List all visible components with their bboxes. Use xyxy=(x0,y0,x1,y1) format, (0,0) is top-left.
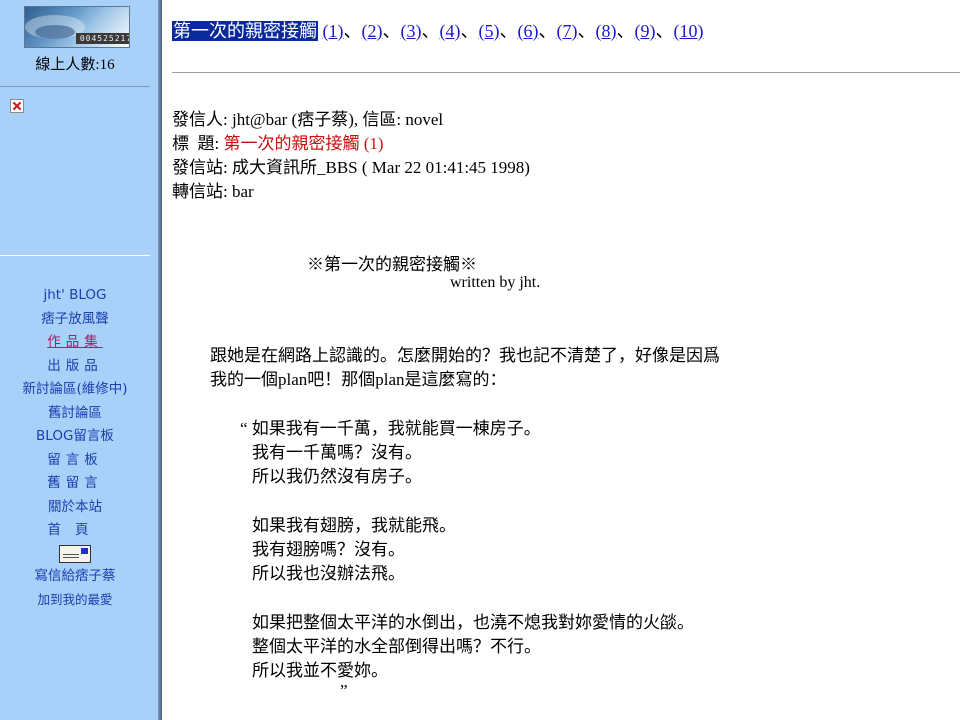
body-line: 跟她是在網路上認識的。怎麼開始的？我也記不清楚了，好像是因爲 xyxy=(210,346,720,365)
chapter-separator: 、 xyxy=(538,21,557,41)
logo-wave-graphic xyxy=(35,25,75,39)
body-line: 如果把整個太平洋的水倒出，也澆不熄我對妳愛情的火燄。 xyxy=(252,613,694,632)
article-main: 第一次的親密接觸 (1)、(2)、(3)、(4)、(5)、(6)、(7)、(8)… xyxy=(162,0,960,720)
header-site-label: 發信站: xyxy=(172,158,228,177)
online-user-count: 線上人數:16 xyxy=(35,57,115,73)
header-site-value: 成大資訊所_BBS ( Mar 22 01:41:45 1998) xyxy=(231,158,530,177)
mail-icon[interactable] xyxy=(59,544,91,563)
sidebar-nav: jht' BLOG 痞子放風聲 作品集 出版品 新討論區(維修中) 舊討論區 B… xyxy=(0,284,150,612)
title-row: 第一次的親密接觸 (1)、(2)、(3)、(4)、(5)、(6)、(7)、(8)… xyxy=(172,17,704,43)
author-byline: written by jht. xyxy=(450,274,541,291)
poem-title: ※第一次的親密接觸※ xyxy=(307,255,477,274)
body-line: 所以我並不愛妳。 xyxy=(252,661,388,680)
header-from-label: 發信人: xyxy=(172,110,228,129)
nav-link-blog[interactable]: jht' BLOG xyxy=(0,284,150,308)
sidebar-image-frame xyxy=(0,86,150,256)
broken-image-icon xyxy=(10,99,24,113)
body-line: 所以我仍然沒有房子。 xyxy=(252,467,422,486)
body-line: 我有翅膀嗎？沒有。 xyxy=(252,540,405,559)
chapter-link-7[interactable]: (7) xyxy=(557,21,578,41)
nav-link-news[interactable]: 痞子放風聲 xyxy=(0,308,150,332)
header-subject-value: 第一次的親密接觸 (1) xyxy=(223,134,384,153)
article-body: 跟她是在網路上認識的。怎麼開始的？我也記不清楚了，好像是因爲 我的一個plan吧… xyxy=(210,344,720,699)
nav-link-old-forum[interactable]: 舊討論區 xyxy=(0,402,150,426)
chapter-separator: 、 xyxy=(460,21,479,41)
header-from: 發信人: jht@bar (痞子蔡), 信區: novel xyxy=(172,108,530,132)
nav-link-new-forum[interactable]: 新討論區(維修中) xyxy=(0,378,150,402)
body-line: 如果我有翅膀，我就能飛。 xyxy=(252,516,456,535)
nav-link-about[interactable]: 關於本站 xyxy=(0,496,150,520)
nav-link-guestbook[interactable]: 留言板 xyxy=(0,449,150,473)
closing-quote: ” xyxy=(340,681,348,700)
article-title-selected: 第一次的親密接觸 xyxy=(172,21,318,41)
chapter-link-3[interactable]: (3) xyxy=(401,21,422,41)
chapter-link-5[interactable]: (5) xyxy=(479,21,500,41)
header-subject: 標 題: 第一次的親密接觸 (1) xyxy=(172,132,530,156)
body-line: 我的一個plan吧！那個plan是這麼寫的： xyxy=(210,370,507,389)
body-line: 所以我也沒辦法飛。 xyxy=(252,564,405,583)
chapter-link-8[interactable]: (8) xyxy=(596,21,617,41)
nav-link-write-letter[interactable]: 寫信給痞子蔡 xyxy=(0,565,150,589)
chapter-separator: 、 xyxy=(655,21,674,41)
chapter-separator: 、 xyxy=(577,21,596,41)
header-relay-value: bar xyxy=(231,182,254,201)
header-relay: 轉信站: bar xyxy=(172,180,530,204)
chapter-separator: 、 xyxy=(616,21,635,41)
chapter-link-1[interactable]: (1) xyxy=(323,21,344,41)
chapter-link-10[interactable]: (10) xyxy=(674,21,704,41)
header-relay-label: 轉信站: xyxy=(172,182,228,201)
mail-icon-container xyxy=(0,543,150,565)
site-logo: 004525217 xyxy=(24,6,130,48)
nav-link-blog-guestbook[interactable]: BLOG留言板 xyxy=(0,425,150,449)
chapter-link-4[interactable]: (4) xyxy=(440,21,461,41)
chapter-separator: 、 xyxy=(382,21,401,41)
chapter-separator: 、 xyxy=(499,21,518,41)
visitor-counter: 004525217 xyxy=(76,33,129,44)
header-from-value: jht@bar (痞子蔡), 信區: novel xyxy=(231,110,444,129)
chapter-separator: 、 xyxy=(421,21,440,41)
nav-link-add-favorite[interactable]: 加到我的最愛 xyxy=(0,588,150,612)
nav-link-home[interactable]: 首頁 xyxy=(0,519,150,543)
horizontal-rule xyxy=(172,72,960,74)
body-line: “ 如果我有一千萬，我就能買一棟房子。 xyxy=(240,419,541,438)
chapter-link-2[interactable]: (2) xyxy=(362,21,383,41)
body-line: 整個太平洋的水全部倒得出嗎？不行。 xyxy=(252,637,541,656)
sidebar: 004525217 線上人數:16 jht' BLOG 痞子放風聲 作品集 出版… xyxy=(0,0,158,720)
nav-link-works[interactable]: 作品集 xyxy=(0,331,150,355)
chapter-link-6[interactable]: (6) xyxy=(518,21,539,41)
chapter-separator: 、 xyxy=(343,21,362,41)
chapter-link-9[interactable]: (9) xyxy=(635,21,656,41)
header-site: 發信站: 成大資訊所_BBS ( Mar 22 01:41:45 1998) xyxy=(172,156,530,180)
header-subject-label: 標 題: xyxy=(172,134,220,153)
body-line: 我有一千萬嗎？沒有。 xyxy=(252,443,422,462)
chapter-links: (1)、(2)、(3)、(4)、(5)、(6)、(7)、(8)、(9)、(10) xyxy=(323,21,704,41)
nav-link-publications[interactable]: 出版品 xyxy=(0,355,150,379)
message-headers: 發信人: jht@bar (痞子蔡), 信區: novel 標 題: 第一次的親… xyxy=(172,108,530,204)
nav-link-old-guestbook[interactable]: 舊留言 xyxy=(0,472,150,496)
